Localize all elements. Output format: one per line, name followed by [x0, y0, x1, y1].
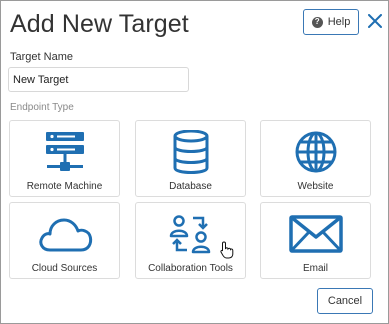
question-icon: ? — [311, 16, 323, 28]
endpoint-database[interactable]: Database — [135, 120, 246, 197]
hand-pointer-cursor-icon — [220, 241, 234, 259]
endpoint-label: Remote Machine — [26, 181, 103, 192]
endpoint-remote-machine[interactable]: Remote Machine — [9, 120, 120, 197]
database-icon — [173, 130, 208, 174]
endpoint-label: Cloud Sources — [31, 263, 98, 274]
endpoint-collaboration-tools[interactable]: Collaboration Tools — [135, 202, 246, 279]
envelope-icon — [288, 215, 343, 253]
endpoint-label: Website — [297, 181, 334, 192]
close-icon — [368, 14, 382, 28]
close-button[interactable] — [365, 11, 385, 31]
globe-icon — [295, 131, 336, 173]
endpoint-type-label: Endpoint Type — [10, 102, 74, 113]
help-label: Help — [327, 16, 351, 28]
help-button[interactable]: ? Help — [303, 9, 359, 35]
endpoint-email[interactable]: Email — [260, 202, 371, 279]
add-target-dialog: Add New Target ? Help Target Name Endpoi… — [0, 0, 389, 324]
endpoint-label: Email — [302, 263, 328, 274]
target-name-label: Target Name — [10, 51, 73, 63]
endpoint-website[interactable]: Website — [260, 120, 371, 197]
dialog-title: Add New Target — [10, 10, 189, 38]
endpoint-cloud-sources[interactable]: Cloud Sources — [9, 202, 120, 279]
target-name-input[interactable] — [8, 67, 189, 92]
cloud-icon — [38, 218, 92, 252]
server-icon — [45, 132, 84, 171]
cancel-button[interactable]: Cancel — [317, 288, 373, 314]
endpoint-label: Database — [169, 181, 212, 192]
collaboration-icon — [169, 215, 210, 254]
endpoint-label: Collaboration Tools — [148, 263, 233, 274]
